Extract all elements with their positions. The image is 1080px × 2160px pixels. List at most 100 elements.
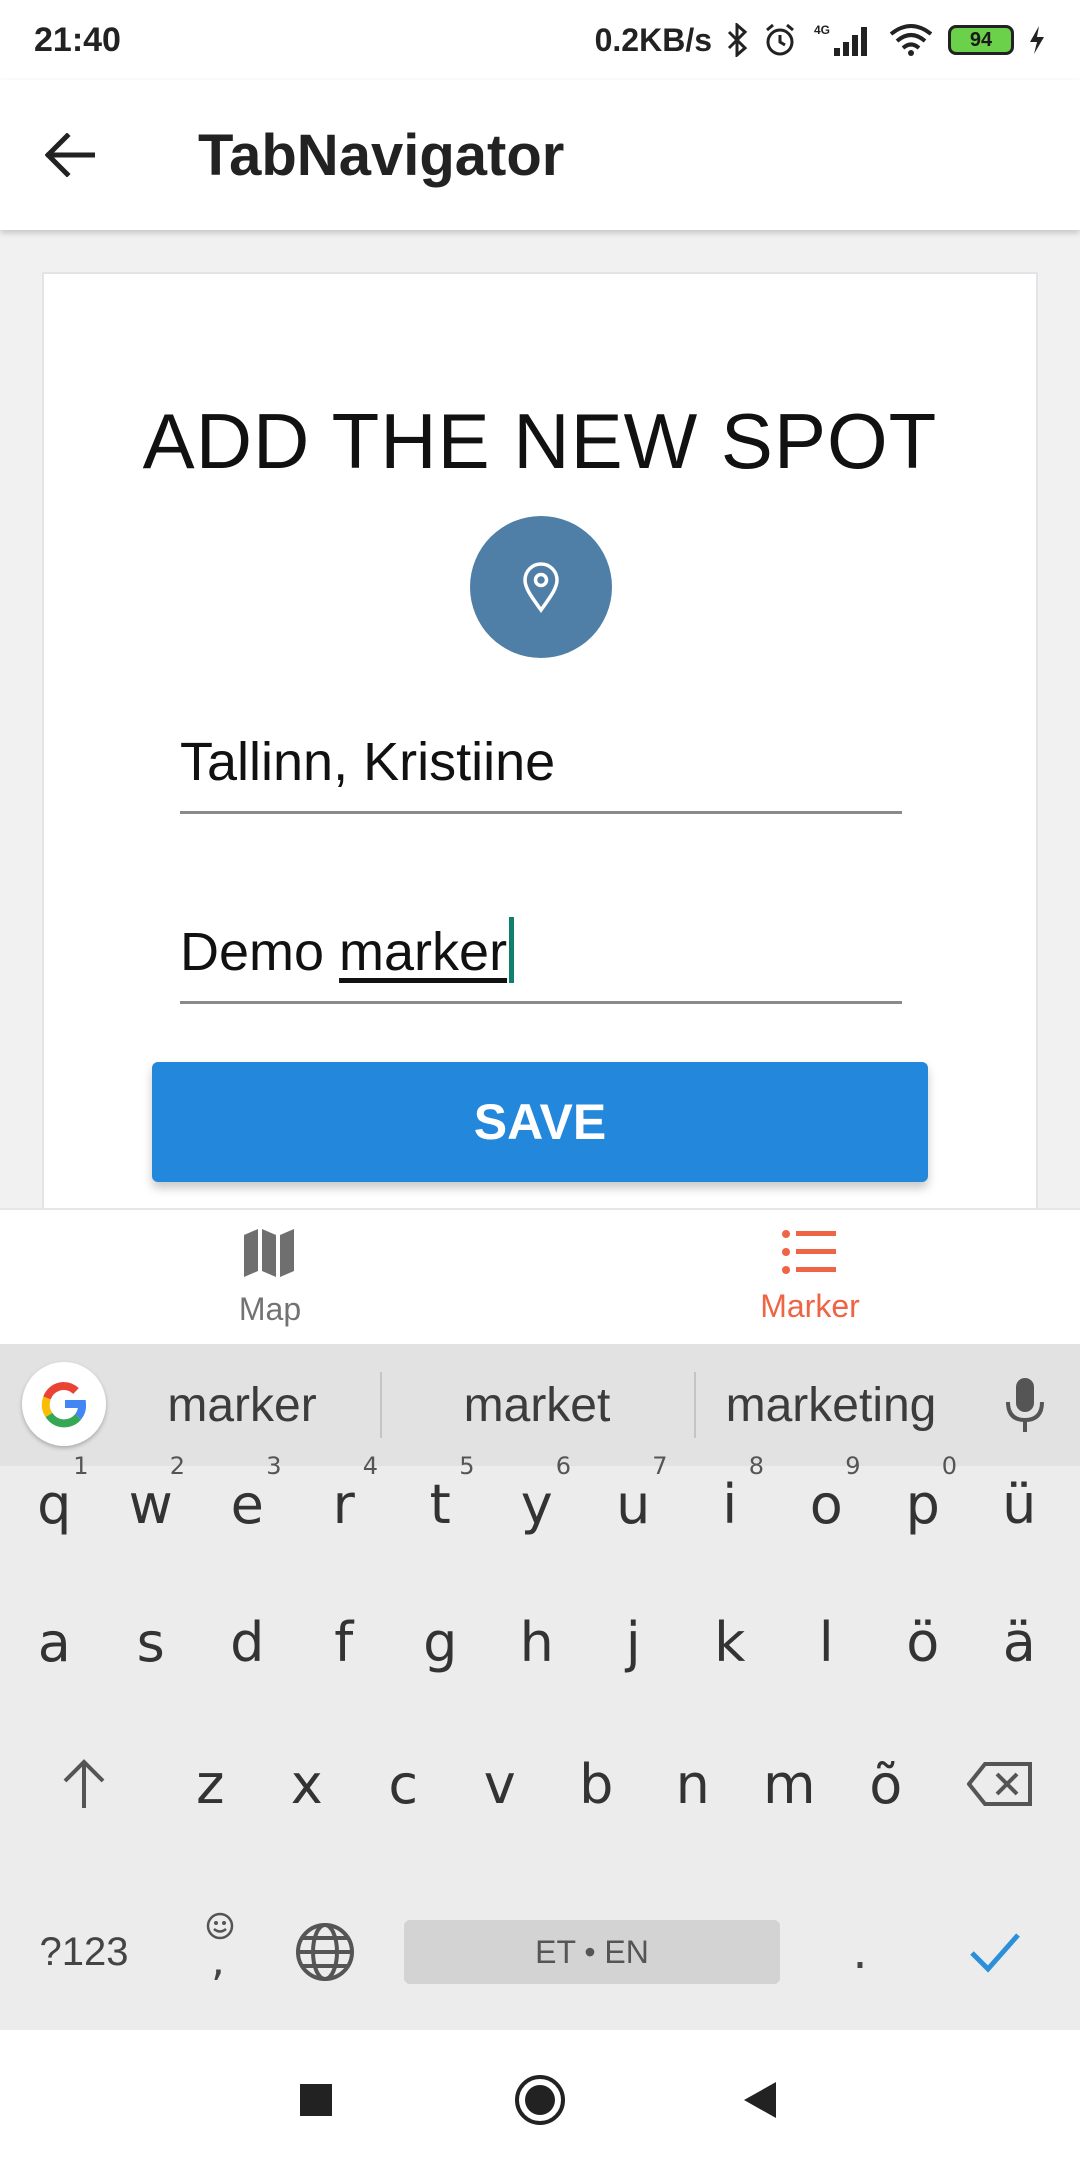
wifi-icon (888, 23, 934, 57)
back-nav-button[interactable] (720, 2060, 800, 2140)
period-key[interactable]: . (800, 1892, 920, 2012)
key-a[interactable]: a (6, 1582, 103, 1702)
google-icon[interactable] (22, 1362, 106, 1446)
marker-name-composing: marker (339, 922, 508, 982)
key-t[interactable]: t5 (392, 1444, 489, 1564)
key-p[interactable]: p0 (875, 1444, 972, 1564)
comma-key[interactable]: , (168, 1892, 268, 2012)
add-spot-card: ADD THE NEW SPOT Tallinn, Kristiine Demo… (42, 272, 1038, 1208)
location-pin-icon (523, 562, 559, 613)
key-hint: 5 (459, 1452, 475, 1480)
microphone-icon[interactable] (1000, 1372, 1050, 1438)
key-label: ü (1002, 1472, 1037, 1536)
suggestion-divider (380, 1372, 382, 1438)
key-hint: 7 (652, 1452, 668, 1480)
key-v[interactable]: v (452, 1724, 549, 1844)
key-label: a (37, 1610, 71, 1674)
key-l[interactable]: l (778, 1582, 875, 1702)
circle-icon (515, 2075, 565, 2125)
alarm-icon (762, 22, 798, 58)
enter-key[interactable] (930, 1892, 1060, 2012)
key-g[interactable]: g (392, 1582, 489, 1702)
key-label: w (128, 1472, 173, 1536)
key-f[interactable]: f (296, 1582, 393, 1702)
key-u[interactable]: u7 (585, 1444, 682, 1564)
recents-button[interactable] (276, 2060, 356, 2140)
key-hint: 2 (169, 1452, 185, 1480)
key-label: d (230, 1610, 265, 1674)
key-hint: 6 (555, 1452, 571, 1480)
checkmark-icon (970, 1933, 1020, 1973)
network-type-label: 4G (814, 23, 830, 37)
list-icon (782, 1229, 836, 1274)
key-y[interactable]: y6 (489, 1444, 586, 1564)
key-ü[interactable]: ü (971, 1444, 1068, 1564)
language-key[interactable] (272, 1892, 378, 2012)
key-n[interactable]: n (645, 1724, 742, 1844)
key-j[interactable]: j (585, 1582, 682, 1702)
key-k[interactable]: k (682, 1582, 779, 1702)
tab-marker[interactable]: Marker (540, 1210, 1080, 1344)
form-heading: ADD THE NEW SPOT (142, 397, 938, 485)
key-hint: 8 (748, 1452, 764, 1480)
key-label: h (519, 1610, 554, 1674)
bluetooth-icon (726, 23, 748, 57)
key-label: l (818, 1610, 834, 1674)
key-label: j (625, 1610, 641, 1674)
key-q[interactable]: q1 (6, 1444, 103, 1564)
key-label: s (136, 1610, 165, 1674)
key-b[interactable]: b (548, 1724, 645, 1844)
key-õ[interactable]: õ (838, 1724, 935, 1844)
key-d[interactable]: d (199, 1582, 296, 1702)
key-label: m (762, 1752, 816, 1816)
key-ö[interactable]: ö (875, 1582, 972, 1702)
key-m[interactable]: m (741, 1724, 838, 1844)
key-label: e (230, 1472, 264, 1536)
key-x[interactable]: x (259, 1724, 356, 1844)
key-h[interactable]: h (489, 1582, 586, 1702)
home-button[interactable] (500, 2060, 580, 2140)
key-i[interactable]: i8 (682, 1444, 779, 1564)
shift-arrow-icon (63, 1759, 105, 1808)
key-label: o (809, 1472, 843, 1536)
tab-map[interactable]: Map (0, 1210, 540, 1344)
arrow-left-icon (45, 133, 95, 177)
key-label: u (616, 1472, 651, 1536)
key-o[interactable]: o9 (778, 1444, 875, 1564)
key-ä[interactable]: ä (971, 1582, 1068, 1702)
marker-name-input[interactable]: Demo marker (180, 904, 902, 1004)
content-area: ADD THE NEW SPOT Tallinn, Kristiine Demo… (0, 230, 1080, 1208)
space-key[interactable]: ET • EN (404, 1920, 780, 1984)
key-label: i (722, 1472, 738, 1536)
backspace-key[interactable] (940, 1724, 1060, 1844)
tab-marker-label: Marker (760, 1287, 860, 1324)
triangle-back-icon (744, 2082, 776, 2118)
status-time: 21:40 (34, 20, 121, 59)
comma-label: , (211, 1934, 225, 1986)
key-e[interactable]: e3 (199, 1444, 296, 1564)
key-w[interactable]: w2 (103, 1444, 200, 1564)
save-button[interactable]: SAVE (152, 1062, 928, 1182)
key-hint: 4 (362, 1452, 378, 1480)
key-hint: 3 (266, 1452, 282, 1480)
key-r[interactable]: r4 (296, 1444, 393, 1564)
key-label: z (196, 1752, 225, 1816)
key-z[interactable]: z (162, 1724, 259, 1844)
key-label: ö (906, 1610, 940, 1674)
key-hint: 0 (941, 1452, 957, 1480)
key-c[interactable]: c (355, 1724, 452, 1844)
tab-map-label: Map (238, 1290, 302, 1327)
key-label: g (423, 1610, 458, 1674)
shift-key[interactable] (24, 1724, 144, 1844)
symbols-key[interactable]: ?123 (14, 1892, 154, 2012)
back-button[interactable] (0, 80, 140, 230)
network-speed: 0.2KB/s (594, 21, 712, 58)
key-label: t (429, 1472, 451, 1536)
square-icon (300, 2084, 332, 2116)
system-navigation-bar (0, 2030, 1080, 2160)
key-s[interactable]: s (103, 1582, 200, 1702)
location-input[interactable]: Tallinn, Kristiine (180, 714, 902, 814)
key-label: c (388, 1752, 419, 1816)
location-pin-button[interactable] (470, 516, 612, 658)
key-label: x (290, 1752, 323, 1816)
